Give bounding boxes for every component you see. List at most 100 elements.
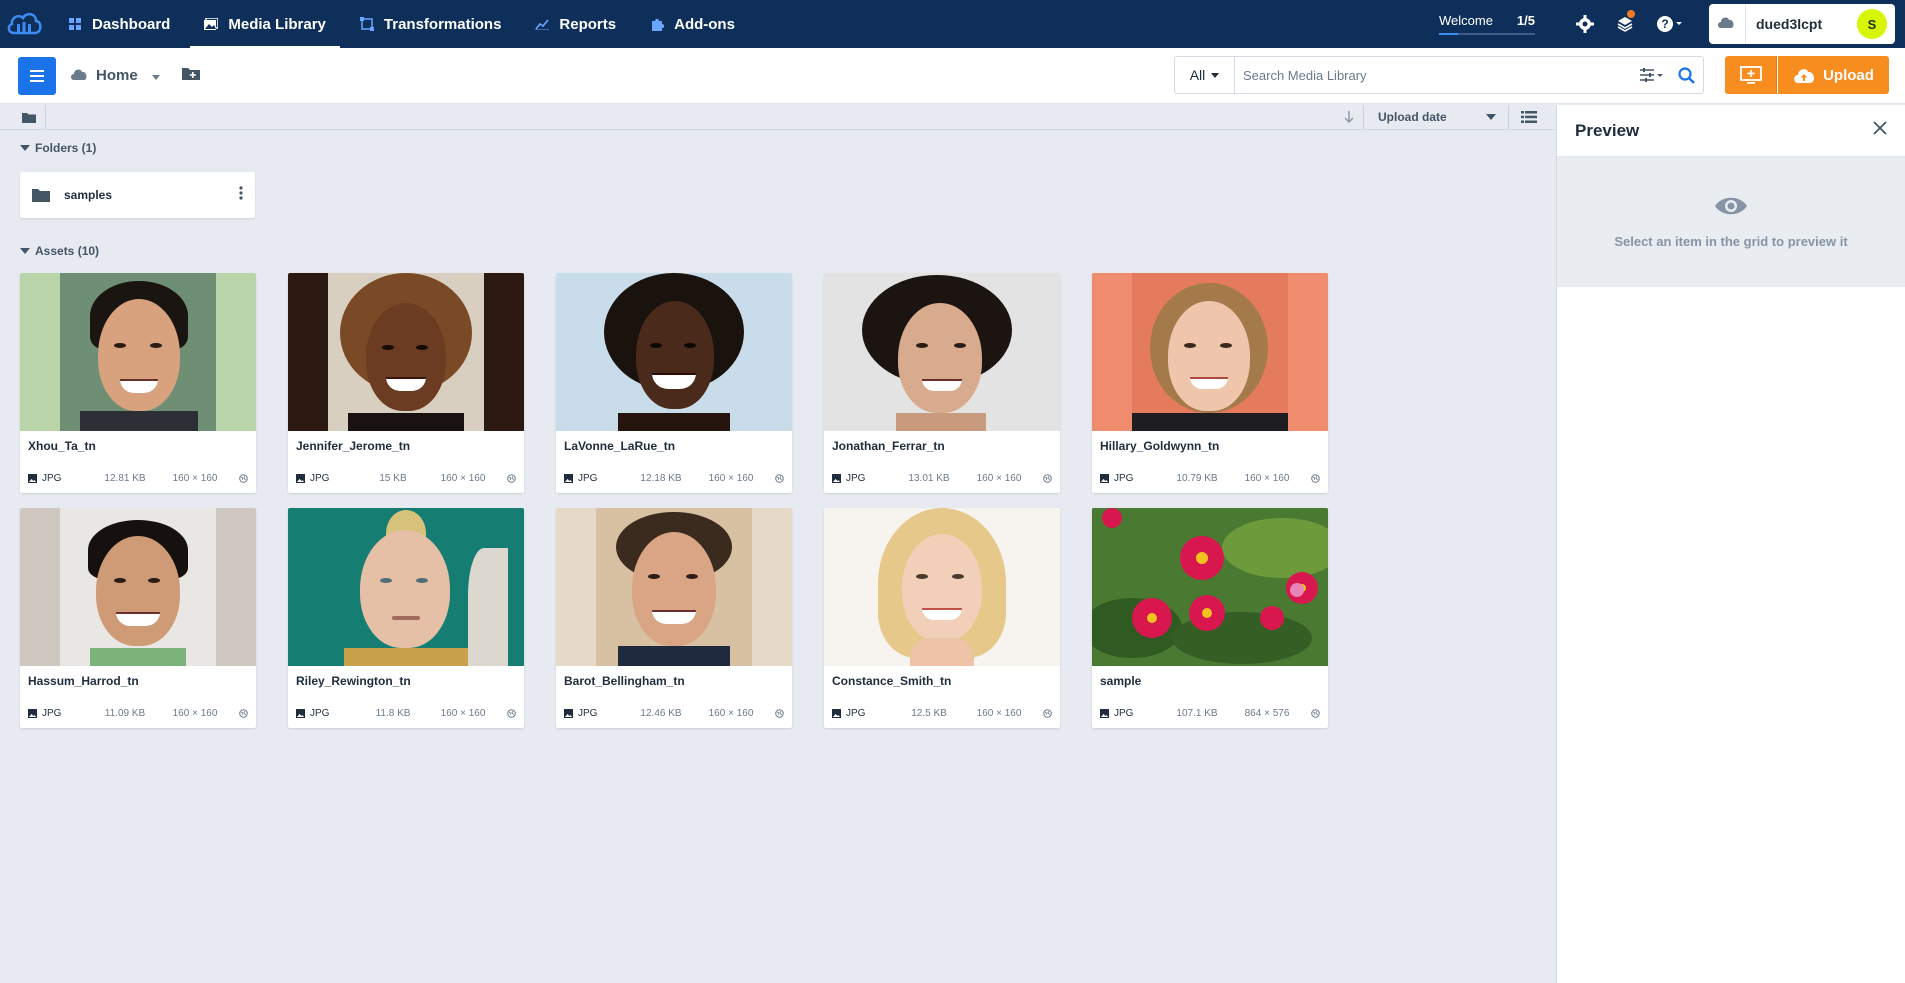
asset-dimensions: 160 × 160 bbox=[708, 707, 754, 719]
asset-thumbnail[interactable] bbox=[1092, 508, 1328, 666]
image-icon bbox=[832, 708, 841, 718]
assets-header-label: Assets (10) bbox=[35, 244, 100, 258]
globe-icon bbox=[239, 473, 248, 483]
screen-add-icon bbox=[1739, 66, 1762, 84]
asset-format: JPG bbox=[832, 708, 894, 719]
avatar[interactable]: S bbox=[1857, 9, 1887, 39]
asset-name: Xhou_Ta_tn bbox=[28, 439, 96, 453]
nav-reports[interactable]: Reports bbox=[521, 0, 630, 48]
asset-card[interactable]: Riley_Rewington_tn JPG 11.8 KB 160 × 160 bbox=[288, 508, 524, 728]
close-icon[interactable] bbox=[1873, 121, 1887, 140]
account-switcher[interactable]: dued3lcpt S bbox=[1709, 4, 1895, 44]
asset-thumbnail[interactable] bbox=[556, 273, 792, 431]
arrow-down-icon bbox=[1344, 111, 1353, 123]
asset-size: 12.5 KB bbox=[911, 707, 947, 719]
add-media-button[interactable] bbox=[1725, 56, 1777, 94]
folder-card[interactable]: samples bbox=[20, 172, 255, 218]
asset-card[interactable]: Hassum_Harrod_tn JPG 11.09 KB 160 × 160 bbox=[20, 508, 256, 728]
more-options-icon[interactable] bbox=[239, 185, 243, 205]
search-input[interactable] bbox=[1235, 67, 1635, 83]
sort-by-dropdown[interactable]: Upload date bbox=[1364, 105, 1509, 129]
globe-icon bbox=[1311, 708, 1320, 718]
list-view-icon[interactable] bbox=[1509, 105, 1549, 129]
globe-icon bbox=[1043, 473, 1052, 483]
nav-transformations[interactable]: Transformations bbox=[346, 0, 516, 48]
nav-addons[interactable]: Add-ons bbox=[636, 0, 749, 48]
asset-format: JPG bbox=[832, 473, 894, 484]
globe-icon bbox=[239, 708, 248, 718]
folder-icon bbox=[32, 189, 50, 202]
asset-thumbnail[interactable] bbox=[1092, 273, 1328, 431]
toolbar: Home All Upload bbox=[0, 48, 1905, 104]
sort-direction-button[interactable] bbox=[1334, 105, 1364, 129]
globe-icon bbox=[775, 473, 784, 483]
folders-section-header[interactable]: Folders (1) bbox=[20, 141, 96, 155]
asset-meta: JPG 15 KB 160 × 160 bbox=[288, 469, 524, 487]
chevron-down-icon[interactable] bbox=[151, 67, 160, 84]
new-folder-button[interactable] bbox=[181, 66, 200, 85]
help-icon[interactable]: ? bbox=[1645, 0, 1695, 48]
asset-dimensions: 160 × 160 bbox=[976, 707, 1022, 719]
upload-cloud-icon bbox=[1794, 69, 1815, 83]
asset-card[interactable]: Xhou_Ta_tn JPG 12.81 KB 160 × 160 bbox=[20, 273, 256, 493]
asset-size: 15 KB bbox=[379, 472, 407, 484]
asset-card[interactable]: Hillary_Goldwynn_tn JPG 10.79 KB 160 × 1… bbox=[1092, 273, 1328, 493]
image-icon bbox=[28, 708, 37, 718]
asset-thumbnail[interactable] bbox=[288, 273, 524, 431]
asset-card[interactable]: Constance_Smith_tn JPG 12.5 KB 160 × 160 bbox=[824, 508, 1060, 728]
preview-panel: Preview Select an item in the grid to pr… bbox=[1556, 105, 1905, 983]
folder-tree-toggle[interactable] bbox=[12, 105, 46, 129]
breadcrumb-home-label: Home bbox=[96, 67, 138, 84]
notifications-icon[interactable] bbox=[1605, 0, 1645, 48]
search-bar: All bbox=[1174, 56, 1704, 94]
assets-section-header[interactable]: Assets (10) bbox=[20, 244, 99, 258]
asset-format: JPG bbox=[296, 708, 358, 719]
asset-thumbnail[interactable] bbox=[824, 273, 1060, 431]
asset-name: sample bbox=[1100, 674, 1142, 688]
chevron-down-icon bbox=[1486, 114, 1496, 120]
asset-card[interactable]: LaVonne_LaRue_tn JPG 12.18 KB 160 × 160 bbox=[556, 273, 792, 493]
image-icon bbox=[296, 473, 305, 483]
asset-meta: JPG 11.09 KB 160 × 160 bbox=[20, 704, 256, 722]
nav-dashboard[interactable]: Dashboard bbox=[54, 0, 184, 48]
asset-dimensions: 160 × 160 bbox=[440, 472, 486, 484]
asset-size: 13.01 KB bbox=[908, 472, 950, 484]
asset-thumbnail[interactable] bbox=[20, 273, 256, 431]
asset-size: 11.09 KB bbox=[104, 707, 146, 719]
asset-thumbnail[interactable] bbox=[824, 508, 1060, 666]
breadcrumb-home[interactable]: Home bbox=[70, 67, 160, 84]
nav-right: Welcome 1/5 ? dued3lcpt S bbox=[1439, 0, 1905, 48]
asset-thumbnail[interactable] bbox=[556, 508, 792, 666]
cloud-icon bbox=[70, 67, 88, 84]
search-filters-icon[interactable] bbox=[1635, 68, 1669, 82]
image-icon bbox=[832, 473, 841, 483]
asset-format: JPG bbox=[564, 473, 626, 484]
asset-card[interactable]: Jonathan_Ferrar_tn JPG 13.01 KB 160 × 16… bbox=[824, 273, 1060, 493]
globe-icon bbox=[507, 708, 516, 718]
upload-button[interactable]: Upload bbox=[1778, 56, 1889, 94]
asset-card[interactable]: Barot_Bellingham_tn JPG 12.46 KB 160 × 1… bbox=[556, 508, 792, 728]
asset-dimensions: 160 × 160 bbox=[440, 707, 486, 719]
asset-format: JPG bbox=[28, 473, 90, 484]
asset-thumbnail[interactable] bbox=[288, 508, 524, 666]
asset-thumbnail[interactable] bbox=[20, 508, 256, 666]
asset-size: 107.1 KB bbox=[1176, 707, 1218, 719]
asset-meta: JPG 107.1 KB 864 × 576 bbox=[1092, 704, 1328, 722]
asset-card[interactable]: Jennifer_Jerome_tn JPG 15 KB 160 × 160 bbox=[288, 273, 524, 493]
welcome-progress[interactable]: Welcome 1/5 bbox=[1439, 13, 1535, 35]
settings-icon[interactable] bbox=[1565, 0, 1605, 48]
search-scope-dropdown[interactable]: All bbox=[1175, 57, 1235, 93]
menu-toggle-button[interactable] bbox=[18, 56, 56, 95]
asset-meta: JPG 12.81 KB 160 × 160 bbox=[20, 469, 256, 487]
asset-format: JPG bbox=[28, 708, 90, 719]
asset-card[interactable]: sample JPG 107.1 KB 864 × 576 bbox=[1092, 508, 1328, 728]
asset-meta: JPG 12.18 KB 160 × 160 bbox=[556, 469, 792, 487]
cloudinary-logo-icon[interactable] bbox=[0, 0, 48, 48]
asset-size: 10.79 KB bbox=[1176, 472, 1218, 484]
nav-media-library[interactable]: Media Library bbox=[190, 0, 340, 48]
asset-meta: JPG 13.01 KB 160 × 160 bbox=[824, 469, 1060, 487]
nav-reports-label: Reports bbox=[559, 15, 617, 33]
search-icon[interactable] bbox=[1669, 66, 1703, 84]
asset-dimensions: 160 × 160 bbox=[172, 707, 218, 719]
asset-format: JPG bbox=[1100, 708, 1162, 719]
